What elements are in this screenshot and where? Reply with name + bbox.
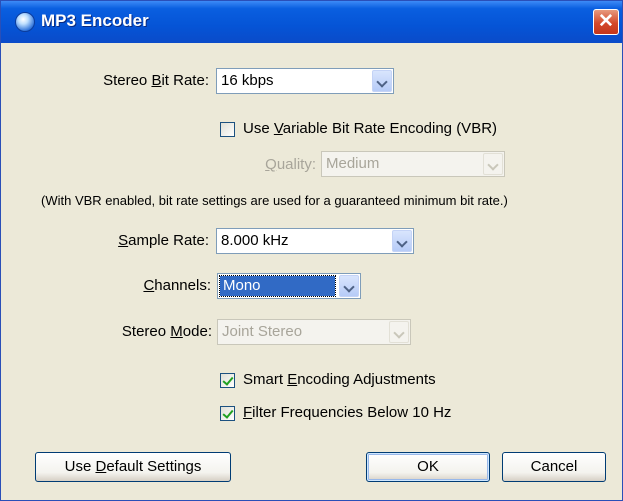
smart-encoding-label-key: E	[287, 371, 298, 388]
quality-select[interactable]: Medium	[321, 151, 505, 177]
sample-rate-value: 8.000 kHz	[221, 232, 289, 249]
filter-frequencies-label[interactable]: Filter Frequencies Below 10 Hz	[243, 402, 451, 424]
quality-label-key: Q	[265, 156, 277, 173]
channels-label-post: hannels:	[154, 277, 211, 294]
defaults-btn-pre: Use	[64, 458, 96, 475]
chevron-down-icon[interactable]	[392, 230, 412, 252]
channels-value: Mono	[219, 275, 336, 297]
sample-rate-select[interactable]: 8.000 kHz	[216, 228, 414, 254]
vbr-label[interactable]: Use Variable Bit Rate Encoding (VBR)	[243, 118, 497, 140]
chevron-down-icon[interactable]	[339, 275, 359, 297]
sample-rate-label-post: ample Rate:	[128, 232, 209, 249]
ok-button-label: OK	[417, 458, 439, 475]
channels-label: Channels:	[61, 275, 211, 297]
dialog-title: MP3 Encoder	[41, 11, 149, 30]
smart-encoding-label[interactable]: Smart Encoding Adjustments	[243, 369, 436, 391]
filter-frequencies-checkbox[interactable]	[220, 406, 235, 421]
cancel-button[interactable]: Cancel	[502, 452, 606, 482]
channels-select[interactable]: Mono	[217, 273, 361, 299]
sample-rate-label: Sample Rate:	[61, 230, 209, 252]
defaults-btn-post: efault Settings	[106, 458, 202, 475]
vbr-label-post: ariable Bit Rate Encoding (VBR)	[282, 120, 498, 137]
app-icon	[15, 12, 35, 32]
bit-rate-label-pre: Stereo	[103, 72, 152, 89]
smart-encoding-label-post: ncoding Adjustments	[297, 371, 436, 388]
stereo-mode-label: Stereo Mode:	[61, 321, 212, 343]
defaults-btn-key: D	[95, 458, 107, 475]
smart-encoding-label-pre: Smart	[243, 371, 288, 388]
ok-button[interactable]: OK	[366, 452, 490, 482]
stereo-mode-select[interactable]: Joint Stereo	[217, 319, 411, 345]
chevron-down-icon[interactable]	[389, 321, 409, 343]
quality-value: Medium	[326, 155, 380, 172]
mp3-encoder-dialog: MP3 Encoder ✕ Stereo Bit Rate: 16 kbps U…	[0, 0, 623, 501]
vbr-checkbox[interactable]	[220, 122, 235, 137]
stereo-mode-label-pre: Stereo	[121, 323, 171, 340]
chevron-down-icon[interactable]	[483, 153, 503, 175]
close-button[interactable]: ✕	[593, 9, 619, 35]
stereo-mode-label-post: ode:	[182, 323, 212, 340]
chevron-down-icon[interactable]	[372, 70, 392, 92]
channels-label-key: C	[143, 277, 155, 294]
bit-rate-select[interactable]: 16 kbps	[216, 68, 394, 94]
stereo-mode-label-key: M	[170, 323, 183, 340]
quality-label-post: uality:	[276, 156, 316, 173]
vbr-note: (With VBR enabled, bit rate settings are…	[41, 193, 508, 208]
bit-rate-label: Stereo Bit Rate:	[61, 70, 209, 92]
use-default-settings-button[interactable]: Use Default Settings	[35, 452, 231, 482]
filter-frequencies-label-post: ilter Frequencies Below 10 Hz	[252, 404, 452, 421]
vbr-label-key: V	[273, 120, 283, 137]
title-bar[interactable]: MP3 Encoder ✕	[1, 1, 622, 43]
sample-rate-label-key: S	[118, 232, 129, 249]
vbr-label-pre: Use	[243, 120, 274, 137]
bit-rate-label-post: it Rate:	[161, 72, 209, 89]
stereo-mode-value: Joint Stereo	[222, 323, 303, 340]
bit-rate-label-key: B	[151, 72, 162, 89]
filter-frequencies-label-key: F	[243, 404, 253, 421]
bit-rate-value: 16 kbps	[221, 72, 274, 89]
quality-label: Quality:	[241, 154, 316, 176]
cancel-button-label: Cancel	[530, 458, 578, 475]
smart-encoding-checkbox[interactable]	[220, 373, 235, 388]
